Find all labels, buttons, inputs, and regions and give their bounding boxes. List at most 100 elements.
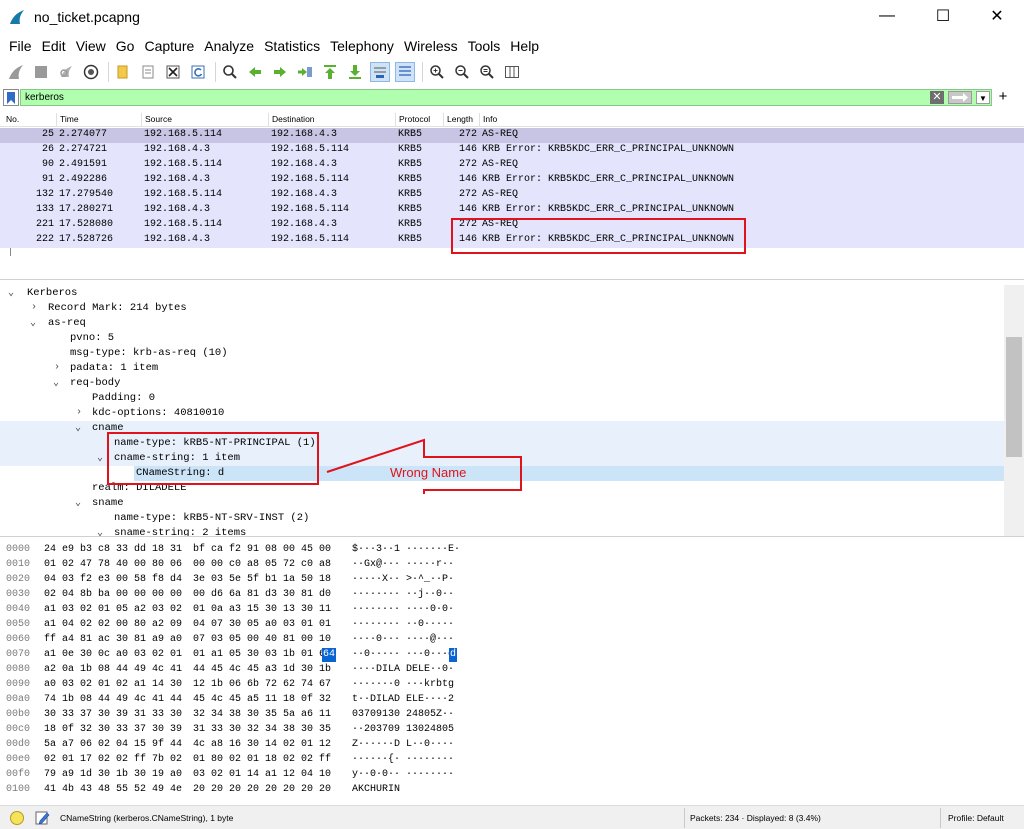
go-to-packet-button[interactable] (295, 62, 315, 82)
menu-tools[interactable]: Tools (463, 38, 506, 54)
filter-bookmark-button[interactable] (3, 89, 19, 106)
menu-capture[interactable]: Capture (139, 38, 199, 54)
hex-row[interactable]: 00e0 02 01 17 02 02 ff 7b 02 01 80 02 01 1… (0, 753, 1024, 768)
tree-node-padding[interactable]: Padding: 0 (0, 391, 1004, 406)
column-divider[interactable] (443, 113, 444, 126)
chevron-right-icon[interactable]: › (76, 407, 86, 418)
restart-capture-button[interactable] (56, 62, 76, 82)
tree-node-sname-name-type[interactable]: name-type: kRB5-NT-SRV-INST (2) (0, 511, 1004, 526)
open-file-button[interactable] (113, 62, 133, 82)
reload-button[interactable] (188, 62, 208, 82)
packet-row[interactable]: 90 2.491591 192.168.5.114 192.168.4.3 KR… (0, 158, 1024, 173)
tree-node-record-mark[interactable]: › Record Mark: 214 bytes (0, 301, 1004, 316)
menu-help[interactable]: Help (505, 38, 544, 54)
menu-edit[interactable]: Edit (37, 38, 71, 54)
go-back-button[interactable] (245, 62, 265, 82)
column-divider[interactable] (395, 113, 396, 126)
chevron-down-icon[interactable]: ⌄ (53, 377, 63, 389)
status-profile[interactable]: Profile: Default (948, 813, 1004, 823)
go-forward-button[interactable] (270, 62, 290, 82)
colorize-button[interactable] (395, 62, 415, 82)
hex-row[interactable]: 0050 a1 04 02 02 00 80 a2 09 04 07 30 05 a… (0, 618, 1024, 633)
column-divider[interactable] (479, 113, 480, 126)
column-header-destination[interactable]: Destination (272, 114, 315, 124)
packet-row[interactable]: 132 17.279540 192.168.5.114 192.168.4.3 … (0, 188, 1024, 203)
capture-options-button[interactable] (81, 62, 101, 82)
packet-row[interactable]: 91 2.492286 192.168.4.3 192.168.5.114 KR… (0, 173, 1024, 188)
hex-row[interactable]: 0040 a1 03 02 01 05 a2 03 02 01 0a a3 15 3… (0, 603, 1024, 618)
close-file-button[interactable] (163, 62, 183, 82)
tree-node-msg-type[interactable]: msg-type: krb-as-req (10) (0, 346, 1004, 361)
zoom-out-button[interactable] (452, 62, 472, 82)
hex-row[interactable]: 00b0 30 33 37 30 39 31 33 30 32 34 38 30 3… (0, 708, 1024, 723)
selected-ascii[interactable]: d (449, 648, 458, 662)
hex-row[interactable]: 0010 01 02 47 78 40 00 80 06 00 00 c0 a8 0… (0, 558, 1024, 573)
start-capture-button[interactable] (6, 62, 26, 82)
chevron-right-icon[interactable]: › (54, 362, 64, 373)
menu-statistics[interactable]: Statistics (259, 38, 325, 54)
hex-row[interactable]: 0080 a2 0a 1b 08 44 49 4c 41 44 45 4c 45 a… (0, 663, 1024, 678)
filter-history-dropdown[interactable]: ▼ (976, 91, 990, 104)
hex-row[interactable]: 00f0 79 a9 1d 30 1b 30 19 a0 03 02 01 14 a… (0, 768, 1024, 783)
tree-node-sname[interactable]: ⌄ sname (0, 496, 1004, 511)
menu-telephony[interactable]: Telephony (325, 38, 399, 54)
stop-capture-button[interactable] (31, 62, 51, 82)
clear-filter-button[interactable]: ✕ (930, 91, 944, 104)
menu-go[interactable]: Go (111, 38, 140, 54)
file-set-button[interactable] (138, 62, 158, 82)
column-divider[interactable] (141, 113, 142, 126)
chevron-down-icon[interactable]: ⌄ (97, 527, 107, 536)
hex-row[interactable]: 0060 ff a4 81 ac 30 81 a9 a0 07 03 05 00 4… (0, 633, 1024, 648)
menu-view[interactable]: View (71, 38, 111, 54)
tree-node-kdc-options[interactable]: › kdc-options: 40810010 (0, 406, 1004, 421)
packet-bytes-pane[interactable]: 0000 24 e9 b3 c8 33 dd 18 31 bf ca f2 91 0… (0, 541, 1024, 805)
expert-info-icon[interactable] (10, 811, 24, 825)
hex-row[interactable]: 0020 04 03 f2 e3 00 58 f8 d4 3e 03 5e 5f b… (0, 573, 1024, 588)
go-first-button[interactable] (320, 62, 340, 82)
hex-row[interactable]: 0030 02 04 8b ba 00 00 00 00 00 d6 6a 81 d… (0, 588, 1024, 603)
minimize-button[interactable]: — (864, 0, 910, 32)
selected-byte[interactable]: 64 (322, 648, 337, 662)
hex-row[interactable]: 0090 a0 03 02 01 02 a1 14 30 12 1b 06 6b 7… (0, 678, 1024, 693)
menu-analyze[interactable]: Analyze (199, 38, 259, 54)
column-header-source[interactable]: Source (145, 114, 172, 124)
packet-row[interactable]: 25 2.274077 192.168.5.114 192.168.4.3 KR… (0, 128, 1024, 143)
tree-node-as-req[interactable]: ⌄ as-req (0, 316, 1004, 331)
hex-row[interactable]: 00d0 5a a7 06 02 04 15 9f 44 4c a8 16 30 1… (0, 738, 1024, 753)
column-divider[interactable] (268, 113, 269, 126)
autoscroll-button[interactable] (370, 62, 390, 82)
packet-details-tree[interactable]: ⌄ Kerberos › Record Mark: 214 bytes ⌄ as… (0, 285, 1024, 537)
chevron-right-icon[interactable]: › (31, 302, 41, 313)
tree-node-padata[interactable]: › padata: 1 item (0, 361, 1004, 376)
details-scrollbar-thumb[interactable] (1006, 337, 1022, 457)
zoom-in-button[interactable] (427, 62, 447, 82)
hex-row[interactable]: 0000 24 e9 b3 c8 33 dd 18 31 bf ca f2 91 0… (0, 543, 1024, 558)
add-filter-button[interactable]: + (996, 88, 1010, 106)
chevron-down-icon[interactable]: ⌄ (97, 452, 107, 464)
column-header-no[interactable]: No. (6, 114, 19, 124)
column-header-protocol[interactable]: Protocol (399, 114, 430, 124)
hex-row[interactable]: 00a0 74 1b 08 44 49 4c 41 44 45 4c 45 a5 1… (0, 693, 1024, 708)
maximize-button[interactable]: ☐ (920, 0, 966, 32)
hex-row[interactable]: 0100 41 4b 43 48 55 52 49 4e 20 20 20 20 2… (0, 783, 1024, 798)
resize-columns-button[interactable] (502, 62, 522, 82)
menu-file[interactable]: File (4, 38, 37, 54)
edit-comment-icon[interactable] (34, 810, 50, 826)
display-filter-input[interactable]: kerberos (20, 89, 992, 106)
zoom-normal-button[interactable] (477, 62, 497, 82)
find-packet-button[interactable] (220, 62, 240, 82)
column-header-info[interactable]: Info (483, 114, 497, 124)
chevron-down-icon[interactable]: ⌄ (8, 287, 18, 299)
chevron-down-icon[interactable]: ⌄ (30, 317, 40, 329)
go-last-button[interactable] (345, 62, 365, 82)
hex-row[interactable]: 00c0 18 0f 32 30 33 37 30 39 31 33 30 32 3… (0, 723, 1024, 738)
packet-row[interactable]: 133 17.280271 192.168.4.3 192.168.5.114 … (0, 203, 1024, 218)
menu-wireless[interactable]: Wireless (399, 38, 463, 54)
column-divider[interactable] (56, 113, 57, 126)
tree-node-req-body[interactable]: ⌄ req-body (0, 376, 1004, 391)
close-button[interactable]: ✕ (974, 0, 1020, 32)
column-header-length[interactable]: Length (447, 114, 473, 124)
chevron-down-icon[interactable]: ⌄ (75, 422, 85, 434)
apply-filter-button[interactable] (948, 91, 972, 104)
column-header-time[interactable]: Time (60, 114, 79, 124)
